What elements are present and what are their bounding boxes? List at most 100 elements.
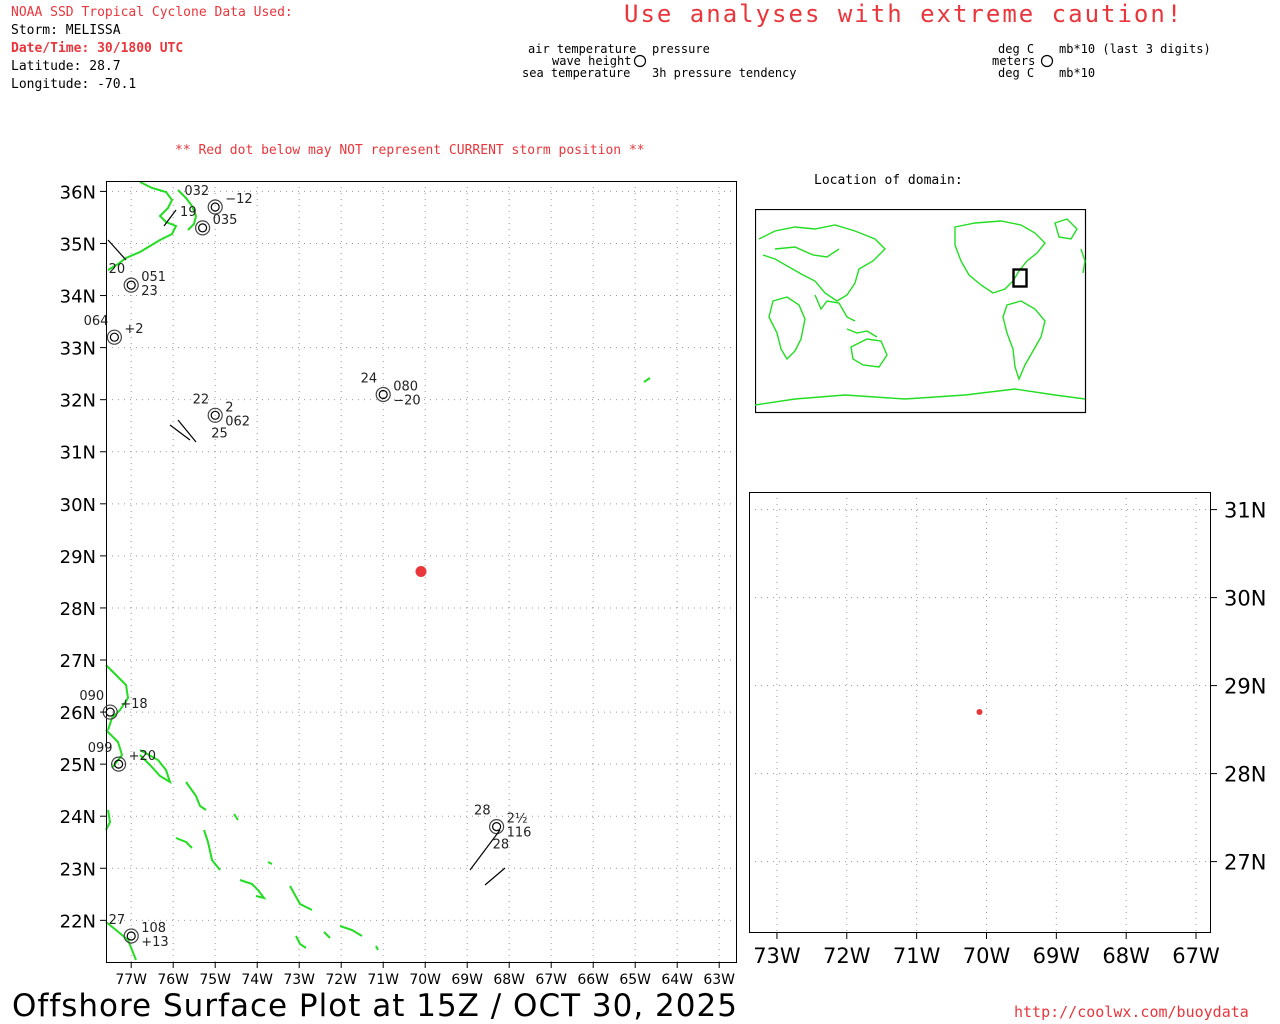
lon-label: 77W [115, 972, 147, 988]
station-value: 090 [79, 689, 104, 704]
wind-barb [107, 239, 127, 261]
zoom-lon-label: 72W [823, 944, 871, 968]
zoom-lat-label: 28N [1224, 763, 1266, 787]
lon-label: 71W [367, 972, 399, 988]
station-circle-inner [126, 280, 136, 290]
legend-sea-temp: sea temperature [522, 66, 631, 80]
station-value: −20 [393, 393, 420, 408]
station-value: 27 [109, 913, 126, 928]
zoom-storm-position-marker [976, 709, 983, 715]
zoom-axis-labels: 31N 30N 29N 28N 27N 73W 72W 71W 70W 69W 68W 67W [753, 499, 1266, 968]
storm-dot [415, 566, 427, 577]
station-value: 25 [211, 426, 228, 441]
lat-label: 34N [60, 287, 96, 308]
axis-labels: 36N35N34N33N32N31N30N29N28N27N26N25N24N2… [60, 182, 736, 988]
lon-label: 63W [703, 972, 735, 988]
station-value: +2 [124, 322, 143, 337]
lat-label: 36N [60, 182, 96, 203]
lat-label: 27N [60, 651, 96, 672]
storm-position-marker [415, 566, 427, 577]
units-sea-temp: deg C [998, 66, 1035, 80]
lat-label: 31N [60, 443, 96, 464]
wind-barb [484, 867, 506, 886]
station-circle [195, 220, 211, 236]
storm-datetime: Date/Time: 30/1800 UTC [11, 41, 184, 56]
station-circle [489, 819, 505, 835]
units-pressure: mb*10 (last 3 digits) [1059, 42, 1211, 56]
station-plots: 24080−2022206225064+2200512319035032−120… [79, 184, 531, 950]
lon-label: 75W [199, 972, 231, 988]
station-circle-inner [198, 223, 208, 233]
station-value: +20 [129, 749, 156, 764]
lat-label: 25N [60, 755, 96, 776]
lon-label: 67W [535, 972, 567, 988]
zoom-lon-label: 71W [893, 944, 941, 968]
coastline [105, 181, 651, 961]
surface-station-map: 24080−2022206225064+2200512319035032−120… [60, 181, 737, 988]
station-circle-inner [109, 332, 120, 342]
lat-label: 23N [60, 859, 96, 880]
lat-label: 26N [60, 703, 96, 724]
lat-label: 30N [60, 495, 96, 516]
storm-latitude: Latitude: 28.7 [11, 59, 121, 74]
station-value: 108 [141, 921, 166, 936]
data-source-label: NOAA SSD Tropical Cyclone Data Used: [11, 5, 293, 20]
lon-label: 76W [157, 972, 189, 988]
lat-label: 32N [60, 391, 96, 412]
lat-label: 24N [60, 807, 96, 828]
station-value: 2 [225, 400, 233, 415]
zoom-lon-label: 68W [1102, 944, 1150, 968]
caution-banner: Use analyses with extreme caution! [624, 0, 1184, 28]
station-value: +18 [120, 697, 147, 712]
station-value: 116 [507, 826, 532, 841]
red-dot-note: ** Red dot below may NOT represent CURRE… [175, 143, 645, 158]
lon-label: 73W [283, 972, 315, 988]
lon-label: 65W [619, 972, 651, 988]
zoom-lon-label: 69W [1033, 944, 1081, 968]
storm-zoom-map: 31N 30N 29N 28N 27N 73W 72W 71W 70W 69W 68W 67W [749, 492, 1266, 968]
storm-longitude: Longitude: -70.1 [11, 77, 137, 92]
wind-barb [177, 419, 197, 443]
station-value: 20 [109, 262, 126, 277]
station-value: 099 [88, 741, 113, 756]
lat-label: 33N [60, 339, 96, 360]
units-station-circle-icon [1040, 54, 1054, 68]
station-value: 28 [474, 804, 491, 819]
station-value: 062 [225, 414, 250, 429]
lat-label: 28N [60, 599, 96, 620]
inset-title: Location of domain: [814, 173, 963, 188]
footer-url-link[interactable]: http://coolwx.com/buoydata [1014, 1003, 1249, 1021]
station-value: −12 [225, 192, 252, 207]
station-circle [106, 329, 123, 345]
legend-station-circle-icon [633, 54, 647, 68]
lat-label: 35N [60, 234, 96, 255]
lon-label: 70W [409, 972, 441, 988]
station-circle [375, 386, 391, 403]
storm-name: Storm: MELISSA [11, 23, 121, 38]
wind-barb [169, 424, 191, 441]
station-circle-inner [126, 931, 136, 941]
station-value: +13 [141, 935, 168, 950]
station-value: 064 [84, 314, 109, 329]
footer-title: Offshore Surface Plot at 15Z / OCT 30, 2… [12, 988, 738, 1024]
zoom-lat-label: 29N [1224, 675, 1266, 699]
station-value: 032 [184, 184, 209, 199]
lon-label: 72W [325, 972, 357, 988]
station-value: 28 [493, 838, 510, 853]
lon-label: 66W [577, 972, 609, 988]
station-value: 2½ [507, 812, 528, 827]
station-value: 19 [180, 205, 197, 220]
station-value: 22 [193, 392, 210, 407]
lon-label: 69W [451, 972, 483, 988]
station-value: 23 [141, 284, 158, 299]
zoom-lat-label: 30N [1224, 587, 1266, 611]
station-value: 24 [361, 371, 378, 386]
legend-tendency: 3h pressure tendency [652, 66, 797, 80]
station-circle-inner [492, 822, 502, 832]
zoom-lat-label: 27N [1224, 851, 1266, 875]
station-circle-inner [210, 202, 220, 212]
units-tendency: mb*10 [1059, 66, 1096, 80]
lon-label: 74W [241, 972, 273, 988]
lon-label: 68W [493, 972, 525, 988]
station-value: 080 [393, 379, 418, 394]
